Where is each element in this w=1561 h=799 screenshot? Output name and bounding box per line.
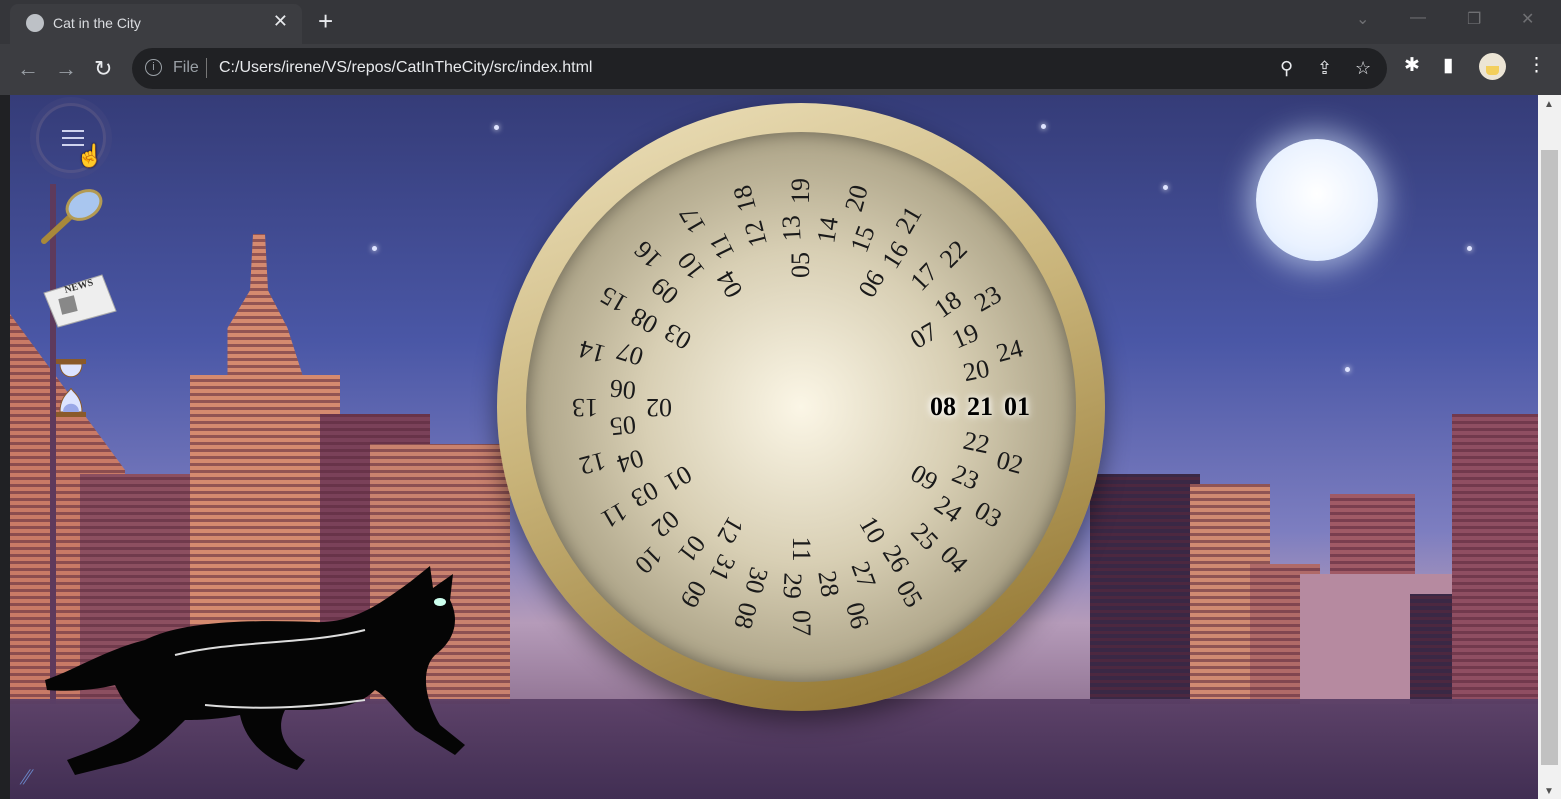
moon — [1256, 139, 1378, 261]
tab-strip: Cat in the City ✕ + ⌄ — ❐ ✕ — [0, 0, 1561, 44]
tab-search-icon[interactable]: ⌄ — [1356, 9, 1369, 29]
new-tab-button[interactable]: + — [318, 6, 333, 37]
star — [1467, 246, 1472, 251]
minimize-button[interactable]: — — [1410, 9, 1426, 27]
dial-day-27[interactable]: 27 — [843, 551, 883, 598]
location-icon[interactable]: ⚲ — [1280, 58, 1293, 79]
close-tab-icon[interactable]: ✕ — [273, 11, 288, 32]
divider — [206, 58, 207, 78]
dial-hour-20[interactable]: 20 — [838, 175, 875, 221]
dial-day-13[interactable]: 13 — [776, 208, 807, 249]
menu-kebab-icon[interactable]: ⋮ — [1527, 54, 1546, 77]
dial-hour-13[interactable]: 13 — [565, 393, 605, 422]
dial-hour-08[interactable]: 08 — [726, 593, 763, 639]
restore-button[interactable]: ❐ — [1467, 9, 1481, 29]
star — [1041, 124, 1046, 129]
tab-cat-in-the-city[interactable]: Cat in the City ✕ — [10, 4, 302, 44]
dial-hour-18[interactable]: 18 — [726, 175, 763, 221]
date-dial[interactable]: 01 02 03 04 05 06 07 08 09 10 11 12 01 02 03 04 05 06 07 08… — [497, 103, 1105, 711]
dial-hour-23[interactable]: 23 — [964, 277, 1013, 321]
dial-day-04[interactable]: 04 — [607, 441, 654, 480]
bookmark-star-icon[interactable]: ☆ — [1355, 58, 1371, 79]
dial-hour-01[interactable]: 01 — [997, 393, 1037, 421]
dial-hour-14[interactable]: 14 — [569, 332, 615, 369]
scheme-label: File — [173, 59, 199, 76]
magnifier-icon[interactable] — [40, 187, 106, 247]
dial-month-02[interactable]: 02 — [639, 393, 679, 422]
side-panel-icon[interactable]: ▮ — [1443, 54, 1453, 77]
share-icon[interactable]: ⇪ — [1317, 58, 1332, 79]
star — [1163, 185, 1168, 190]
dial-day-21[interactable]: 21 — [960, 393, 1000, 421]
dial-face[interactable]: 01 02 03 04 05 06 07 08 09 10 11 12 01 02 03 04 05 06 07 08… — [526, 132, 1076, 682]
dial-month-05[interactable]: 05 — [786, 245, 815, 285]
dial-month-08[interactable]: 08 — [923, 393, 963, 421]
star — [494, 125, 499, 130]
dial-day-29[interactable]: 29 — [777, 565, 807, 606]
address-bar[interactable]: i File C:/Users/irene/VS/repos/CatInTheC… — [132, 48, 1387, 89]
scrollbar-thumb[interactable] — [1541, 150, 1558, 765]
dial-day-19[interactable]: 19 — [942, 316, 990, 358]
avatar[interactable] — [1479, 53, 1506, 80]
tab-title: Cat in the City — [53, 15, 141, 31]
scrollbar[interactable]: ▲ ▼ — [1538, 95, 1561, 799]
cat-illustration — [45, 566, 465, 775]
dial-hour-24[interactable]: 24 — [987, 332, 1033, 369]
reload-button[interactable]: ↻ — [94, 56, 112, 82]
back-button[interactable]: ← — [17, 56, 39, 82]
dial-hour-07[interactable]: 07 — [787, 603, 816, 643]
dial-hour-02[interactable]: 02 — [987, 444, 1033, 481]
dial-hour-12[interactable]: 12 — [569, 444, 615, 481]
dial-hour-06[interactable]: 06 — [838, 593, 875, 639]
dial-day-06[interactable]: 06 — [602, 373, 645, 405]
dial-hour-19[interactable]: 19 — [786, 171, 815, 211]
dial-day-07[interactable]: 07 — [607, 334, 654, 373]
scroll-up-icon[interactable]: ▲ — [1544, 99, 1554, 110]
dial-hour-03[interactable]: 03 — [964, 493, 1013, 537]
star — [1345, 367, 1350, 372]
hourglass-icon[interactable] — [54, 357, 88, 419]
dial-month-12[interactable]: 12 — [708, 506, 752, 555]
url-text[interactable]: C:/Users/irene/VS/repos/CatInTheCity/src… — [219, 59, 592, 77]
star — [372, 246, 377, 251]
close-window-button[interactable]: ✕ — [1521, 9, 1534, 29]
newspaper-icon[interactable]: NEWS — [42, 271, 118, 329]
dial-day-05[interactable]: 05 — [602, 409, 645, 441]
scroll-down-icon[interactable]: ▼ — [1544, 786, 1554, 797]
forward-button[interactable]: → — [55, 56, 77, 82]
info-icon[interactable]: i — [145, 59, 162, 76]
scene: 01 02 03 04 05 06 07 08 09 10 11 12 01 02 03 04 05 06 07 08… — [10, 95, 1538, 799]
pointer-cursor-icon: ☝ — [76, 143, 104, 168]
dial-month-11[interactable]: 11 — [787, 529, 816, 569]
dial-month-04[interactable]: 04 — [708, 260, 752, 309]
toolbar: ← → ↻ i File C:/Users/irene/VS/repos/Cat… — [0, 44, 1561, 95]
extensions-icon[interactable]: ✱ — [1404, 54, 1420, 77]
globe-icon — [26, 14, 44, 32]
